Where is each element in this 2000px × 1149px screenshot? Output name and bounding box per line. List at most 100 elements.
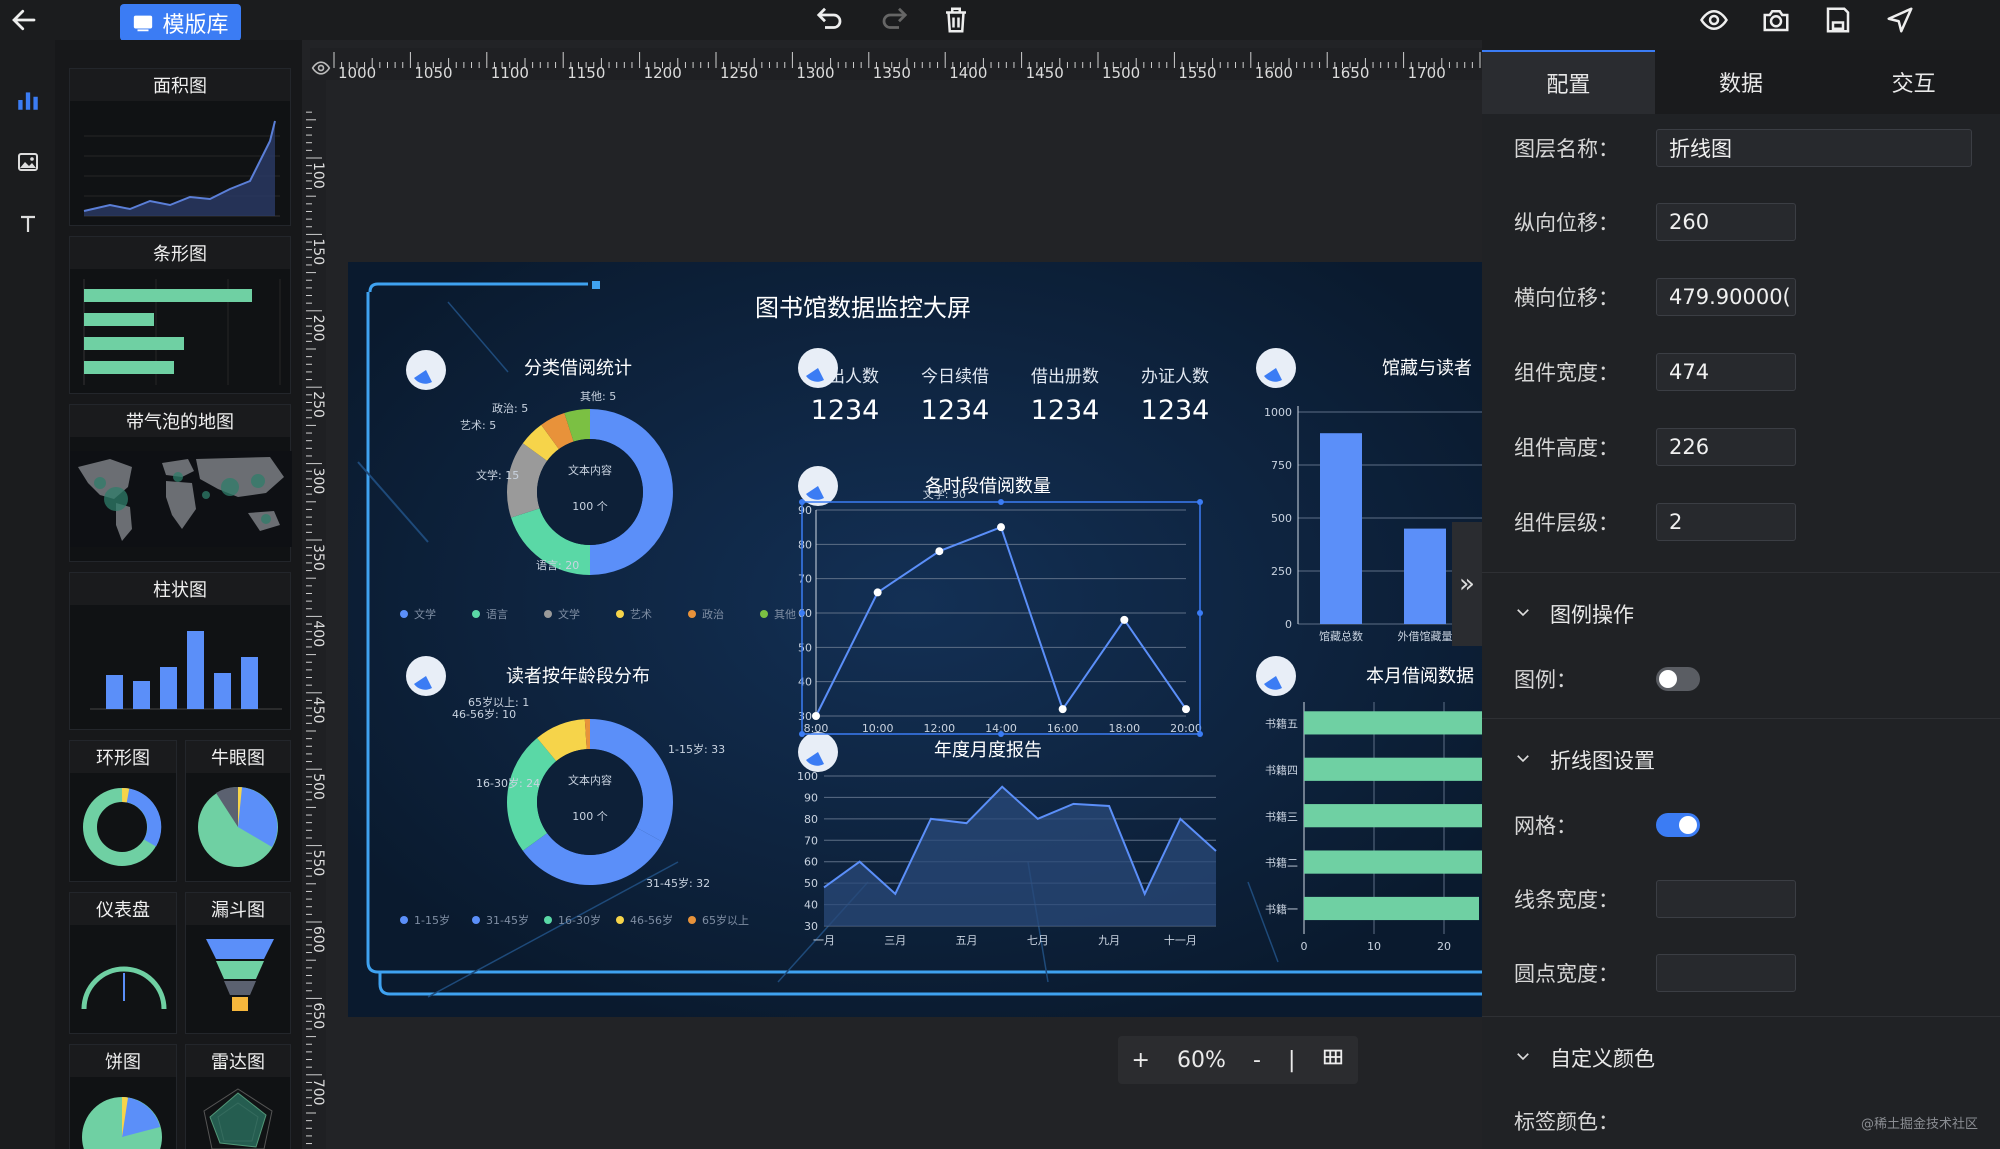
top-toolbar: 模版库	[0, 0, 2000, 41]
component-card-bullseye-chart[interactable]: 牛眼图	[185, 740, 291, 882]
eye-icon[interactable]	[1696, 2, 1732, 38]
y-tick-label: 750	[1271, 459, 1292, 472]
undo-icon[interactable]	[812, 2, 848, 38]
dot-width-row: 圆点宽度：	[1514, 953, 1984, 993]
field-label: 组件宽度：	[1514, 361, 1619, 385]
line-width-row: 线条宽度：	[1514, 879, 1984, 919]
selection-handle	[1197, 610, 1203, 616]
dashboard-screen[interactable]: 图书馆数据监控大屏 借出人数 1234 今日续借 1234 借出册数 1234 …	[348, 262, 1482, 1017]
dot-width-input[interactable]	[1656, 954, 1796, 992]
tab-data[interactable]: 数据	[1654, 50, 1828, 114]
component-card-area-chart[interactable]: 面积图	[69, 68, 291, 226]
ruler-label: 1300	[796, 64, 834, 80]
legend-label: 65岁以上	[702, 913, 749, 927]
component-card-gauge[interactable]: 仪表盘	[69, 892, 177, 1034]
tab-interaction[interactable]: 交互	[1827, 50, 2000, 114]
component-list: 面积图 条形图 带气泡的地图 柱状图 环形图 牛眼图 仪表盘 漏斗图 饼图 雷达…	[55, 40, 302, 1149]
chart-category-icon[interactable]	[10, 82, 46, 118]
redo-icon[interactable]	[876, 2, 912, 38]
width-row: 组件宽度： 474	[1514, 352, 1984, 392]
component-card-title: 带气泡的地图	[70, 405, 290, 437]
custom-color-section-header[interactable]: 自定义颜色	[1514, 1043, 1655, 1073]
legend-label: 其他	[774, 608, 796, 621]
component-card-funnel[interactable]: 漏斗图	[185, 892, 291, 1034]
layer-name-input[interactable]: 折线图	[1656, 129, 1972, 167]
x-tick-label: 12:00	[923, 722, 955, 735]
grid-icon[interactable]	[1322, 1046, 1344, 1074]
image-category-icon[interactable]	[10, 144, 46, 180]
bubble-map-thumbnail	[70, 451, 292, 547]
offset-y-input[interactable]: 260	[1656, 203, 1796, 241]
legend-toggle-row: 图例：	[1514, 659, 1984, 699]
save-icon[interactable]	[1820, 2, 1856, 38]
line-settings-section-header[interactable]: 折线图设置	[1514, 745, 1655, 775]
collapse-panel-button[interactable]: »	[1452, 522, 1482, 646]
component-card-pie-chart[interactable]: 饼图	[69, 1044, 177, 1149]
arrow-left-icon[interactable]	[6, 2, 42, 38]
offset-x-input[interactable]: 479.90000(	[1656, 278, 1796, 316]
camera-icon[interactable]	[1758, 2, 1794, 38]
legend-dot	[400, 916, 408, 924]
charts-layer: 文本内容 100 个 文学: 50 语言: 20 文学: 15 艺术: 5 政治: 5 其他:…	[400, 348, 1482, 953]
component-card-radar-chart[interactable]: 雷达图	[185, 1044, 291, 1149]
donut-center-text: 文本内容	[568, 463, 612, 477]
grid-toggle[interactable]	[1656, 813, 1700, 837]
component-card-ring-chart[interactable]: 环形图	[69, 740, 177, 882]
x-tick-label: 五月	[956, 934, 978, 947]
legend-toggle[interactable]	[1656, 667, 1700, 691]
line-point	[1182, 705, 1190, 714]
ruler-label: 1150	[567, 64, 605, 80]
ruler-label: 150	[310, 238, 326, 265]
column-chart-thumbnail	[90, 631, 282, 710]
donut-center-value: 100 个	[572, 810, 608, 823]
component-card-bubble-map[interactable]: 带气泡的地图	[69, 404, 292, 562]
zoom-level: 60%	[1177, 1047, 1226, 1073]
ruler-label: 1200	[644, 64, 682, 80]
y-tick-label: 70	[804, 834, 818, 847]
x-tick-label: 馆藏总数	[1319, 629, 1363, 643]
zoom-out-button[interactable]: -	[1253, 1048, 1261, 1073]
section-title: 自定义颜色	[1550, 1047, 1655, 1071]
trash-icon[interactable]	[938, 2, 974, 38]
component-card-title: 仪表盘	[70, 893, 176, 925]
donut-slice-label: 文学: 15	[476, 468, 519, 482]
area-chart-thumbnail	[83, 120, 280, 217]
z-index-input[interactable]: 2	[1656, 503, 1796, 541]
donut-slice-label: 31-45岁: 32	[646, 876, 710, 890]
bar	[1320, 433, 1362, 624]
x-tick-label: 10	[1367, 940, 1381, 953]
zoom-in-button[interactable]: +	[1132, 1048, 1150, 1073]
component-card-title: 柱状图	[70, 573, 290, 605]
legend-section-header[interactable]: 图例操作	[1514, 599, 1634, 629]
field-label: 图例：	[1514, 668, 1577, 692]
component-card-title: 雷达图	[186, 1045, 290, 1077]
bar	[1304, 804, 1482, 828]
gauge-thumbnail	[81, 966, 167, 1010]
field-label: 线条宽度：	[1514, 888, 1619, 912]
width-input[interactable]: 474	[1656, 353, 1796, 391]
legend-label: 语言	[486, 608, 508, 621]
text-category-icon[interactable]	[10, 206, 46, 242]
line-point	[812, 712, 820, 720]
tab-config[interactable]: 配置	[1482, 50, 1655, 114]
ruler-label: 700	[310, 1079, 326, 1106]
x-tick-label: 外借馆藏量	[1398, 629, 1453, 643]
eye-icon[interactable]	[306, 54, 336, 82]
height-input[interactable]: 226	[1656, 428, 1796, 466]
bar	[1404, 528, 1446, 624]
field-label: 标签颜色：	[1514, 1110, 1619, 1134]
component-card-bar-chart[interactable]: 条形图	[69, 236, 291, 394]
legend-label: 1-15岁	[414, 913, 450, 927]
y-tick-label: 250	[1271, 565, 1292, 578]
line-width-input[interactable]	[1656, 880, 1796, 918]
component-card-column-chart[interactable]: 柱状图	[69, 572, 291, 730]
template-library-button[interactable]: 模版库	[120, 4, 241, 41]
y-tick-label: 50	[798, 641, 812, 654]
x-tick-label: 16:00	[1047, 722, 1079, 735]
grid-toggle-row: 网格：	[1514, 805, 1984, 845]
donut-slice-label: 艺术: 5	[460, 419, 496, 432]
donut-slice-label: 46-56岁: 10	[452, 707, 516, 721]
ruler-label: 400	[310, 620, 326, 647]
ruler-label: 500	[310, 773, 326, 800]
send-icon[interactable]	[1882, 2, 1918, 38]
